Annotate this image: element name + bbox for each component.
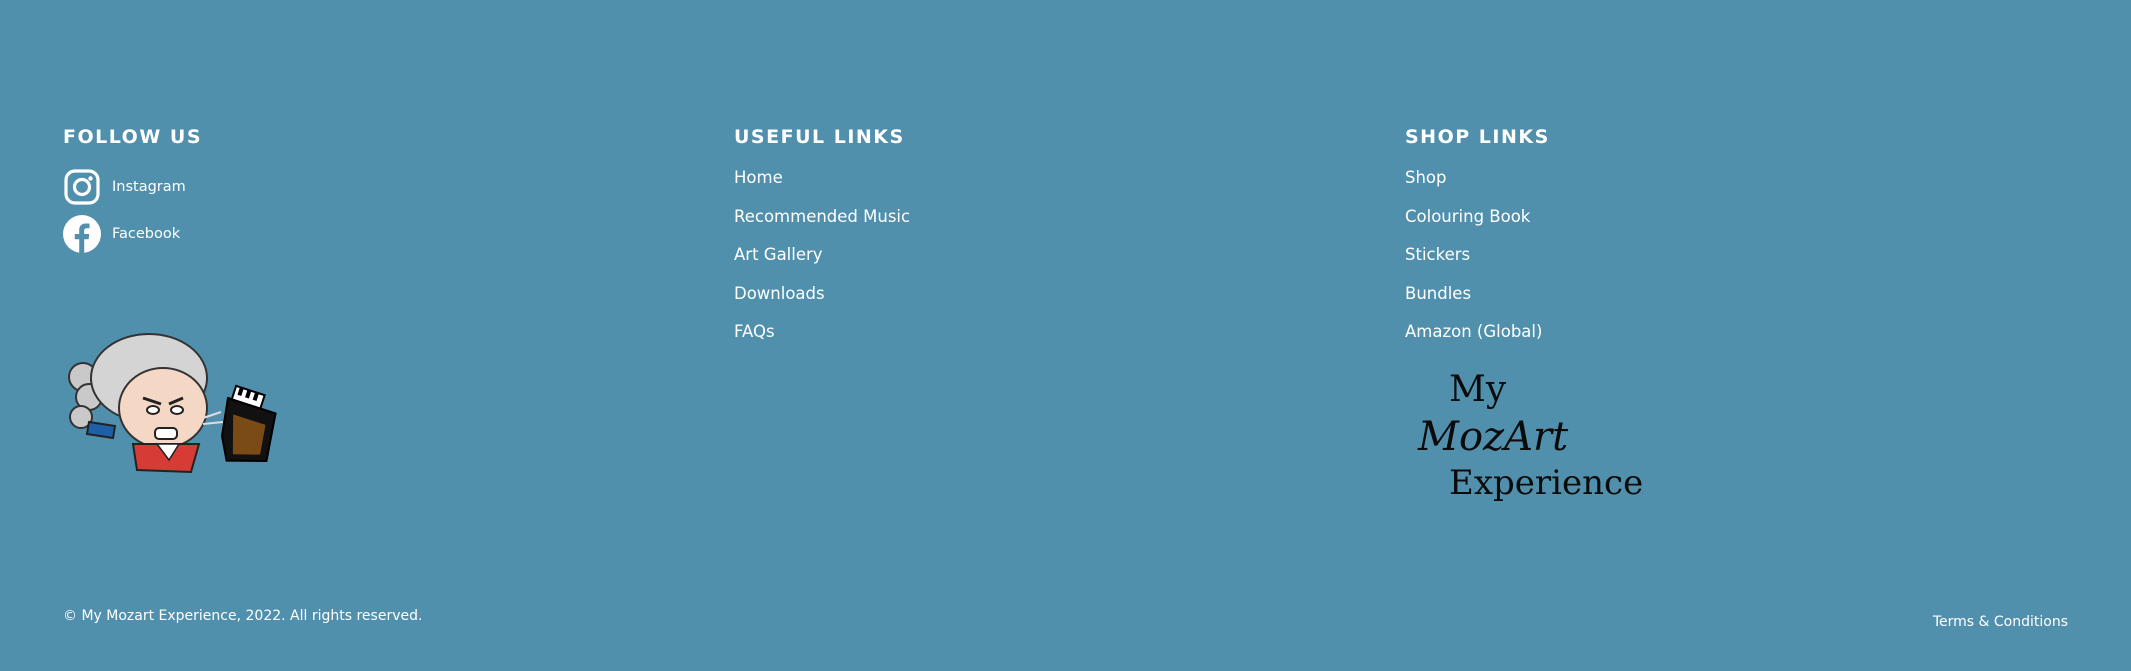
shop-links-section: SHOP LINKS Shop Colouring Book Stickers … bbox=[1405, 126, 2005, 361]
mozart-illustration bbox=[63, 320, 303, 480]
brand-logo-line1: My bbox=[1449, 369, 1507, 410]
instagram-link[interactable]: Instagram bbox=[63, 168, 186, 206]
useful-link-downloads[interactable]: Downloads bbox=[734, 284, 1334, 323]
shop-link-shop[interactable]: Shop bbox=[1405, 168, 2005, 207]
brand-logo[interactable]: My MozArt Experience bbox=[1418, 369, 1643, 504]
shop-links-heading: SHOP LINKS bbox=[1405, 126, 1550, 148]
copyright-text: © My Mozart Experience, 2022. All rights… bbox=[63, 608, 423, 624]
useful-links-section: USEFUL LINKS Home Recommended Music Art … bbox=[734, 126, 1334, 361]
facebook-label: Facebook bbox=[112, 226, 181, 242]
shop-link-bundles[interactable]: Bundles bbox=[1405, 284, 2005, 323]
shop-link-colouring-book[interactable]: Colouring Book bbox=[1405, 207, 2005, 246]
instagram-label: Instagram bbox=[112, 179, 186, 195]
useful-links-heading: USEFUL LINKS bbox=[734, 126, 905, 148]
instagram-icon bbox=[63, 168, 101, 206]
brand-logo-line3: Experience bbox=[1449, 463, 1644, 503]
facebook-icon bbox=[63, 215, 101, 253]
brand-logo-line2: MozArt bbox=[1418, 414, 1569, 460]
terms-link[interactable]: Terms & Conditions bbox=[1933, 614, 2068, 630]
follow-us-section: FOLLOW US Instagram Facebook bbox=[63, 126, 663, 262]
shop-links-list: Shop Colouring Book Stickers Bundles Ama… bbox=[1405, 168, 2005, 361]
shop-link-stickers[interactable]: Stickers bbox=[1405, 245, 2005, 284]
social-instagram: Instagram bbox=[63, 168, 663, 206]
useful-link-recommended-music[interactable]: Recommended Music bbox=[734, 207, 1334, 246]
useful-links-list: Home Recommended Music Art Gallery Downl… bbox=[734, 168, 1334, 361]
shop-link-amazon-global[interactable]: Amazon (Global) bbox=[1405, 322, 2005, 361]
useful-link-art-gallery[interactable]: Art Gallery bbox=[734, 245, 1334, 284]
social-facebook: Facebook bbox=[63, 215, 663, 253]
useful-link-home[interactable]: Home bbox=[734, 168, 1334, 207]
facebook-link[interactable]: Facebook bbox=[63, 215, 180, 253]
follow-us-heading: FOLLOW US bbox=[63, 126, 203, 148]
useful-link-faqs[interactable]: FAQs bbox=[734, 322, 1334, 361]
